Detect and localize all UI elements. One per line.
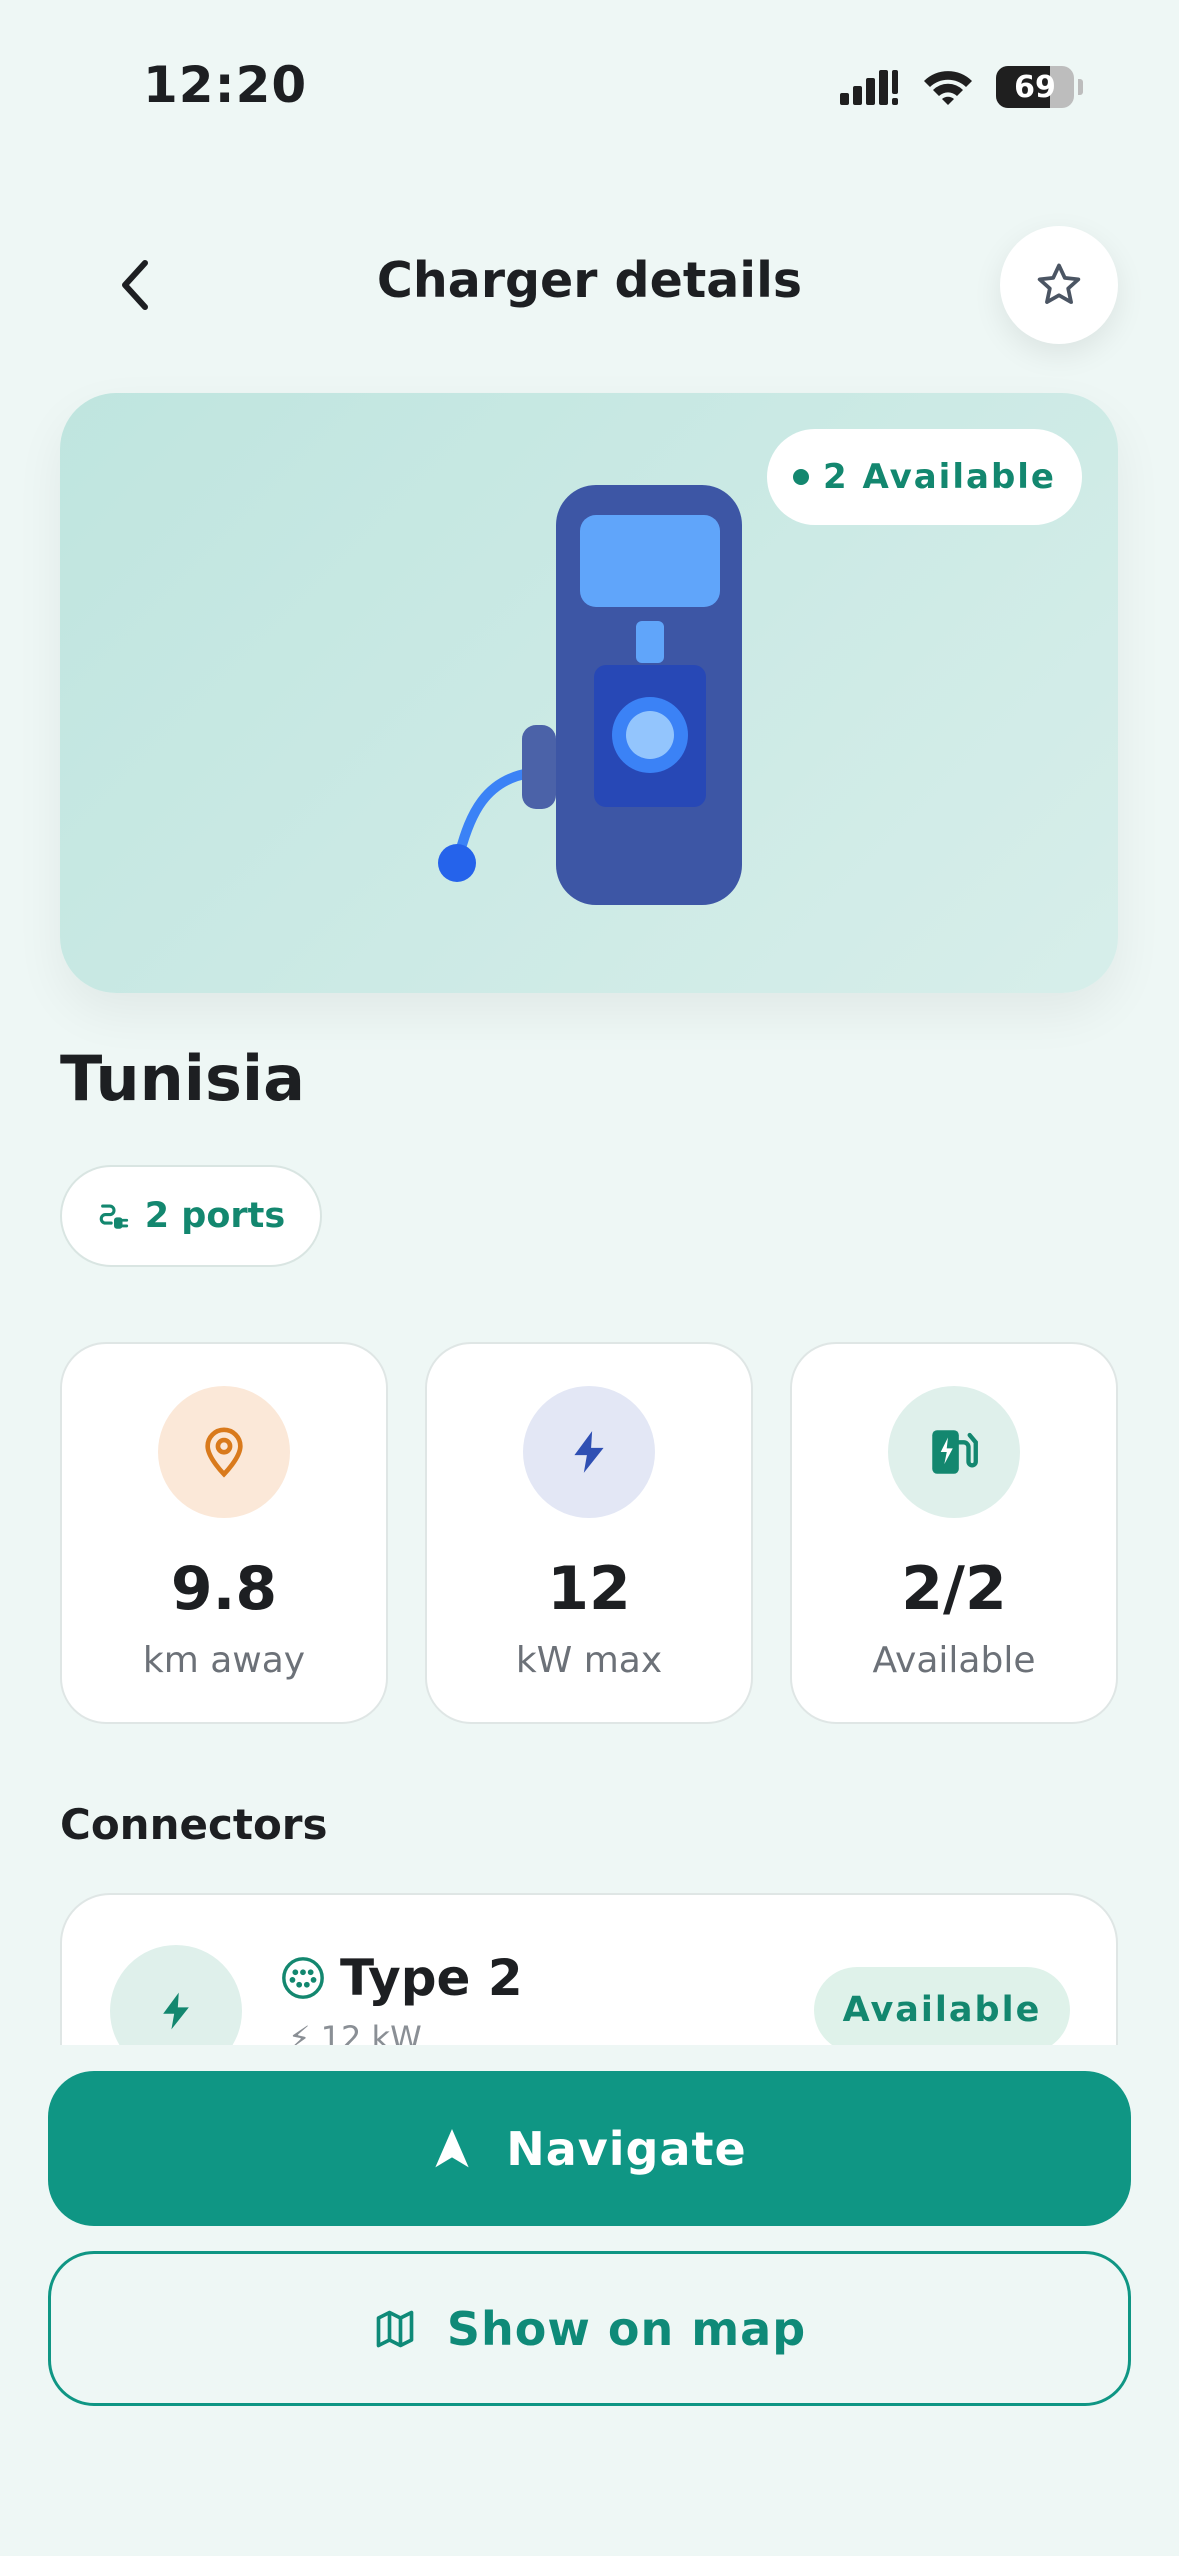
status-icons: 69	[840, 62, 1083, 112]
ports-chip: 2 ports	[60, 1165, 322, 1267]
stat-label: Available	[872, 1640, 1036, 1681]
wifi-icon	[924, 71, 972, 105]
stat-label: km away	[142, 1640, 306, 1681]
battery-nub	[1078, 79, 1083, 95]
station-name: Tunisia	[60, 1042, 306, 1115]
status-dot	[792, 469, 809, 485]
connector-bolt-wrap	[110, 1945, 242, 2045]
connectors-heading: Connectors	[60, 1800, 328, 1849]
navigate-button[interactable]: Navigate	[48, 2071, 1131, 2226]
navigation-arrow-icon	[435, 2128, 469, 2167]
connector-power: ⚡ 12 kW	[288, 2019, 422, 2045]
distance-icon-wrap	[158, 1386, 290, 1518]
stat-card-power: 12 kW max	[425, 1342, 753, 1724]
availability-badge: 2 Available	[767, 429, 1082, 525]
stat-label: kW max	[515, 1640, 663, 1681]
type2-plug-icon	[282, 1957, 324, 1999]
lightning-icon	[574, 1431, 604, 1473]
lightning-icon	[163, 1992, 189, 2030]
stat-value: 9.8	[170, 1554, 278, 1624]
stat-value: 12	[547, 1554, 631, 1624]
location-pin-icon	[205, 1427, 243, 1478]
stat-card-availability: 2/2 Available	[790, 1342, 1118, 1724]
map-icon	[376, 2310, 414, 2347]
stat-value: 2/2	[901, 1554, 1007, 1624]
plug-icon	[99, 1204, 128, 1229]
connector-status-badge: Available	[814, 1967, 1070, 2045]
show-on-map-button[interactable]: Show on map	[48, 2251, 1131, 2406]
availability-icon-wrap	[888, 1386, 1020, 1518]
connectors-list: Type 2 ⚡ 12 kW Available	[60, 1893, 1118, 2045]
ev-station-icon	[932, 1430, 978, 1474]
battery-indicator: 69	[996, 66, 1074, 108]
stat-card-distance: 9.8 km away	[60, 1342, 388, 1724]
connector-type: Type 2	[280, 1949, 523, 2007]
charger-illustration-icon	[438, 485, 742, 905]
star-icon	[1037, 263, 1081, 304]
status-time: 12:20	[143, 56, 308, 114]
favorite-button[interactable]	[1000, 226, 1118, 344]
connector-card[interactable]: Type 2 ⚡ 12 kW Available	[60, 1893, 1118, 2045]
power-icon-wrap	[523, 1386, 655, 1518]
signal-icon	[840, 70, 898, 105]
